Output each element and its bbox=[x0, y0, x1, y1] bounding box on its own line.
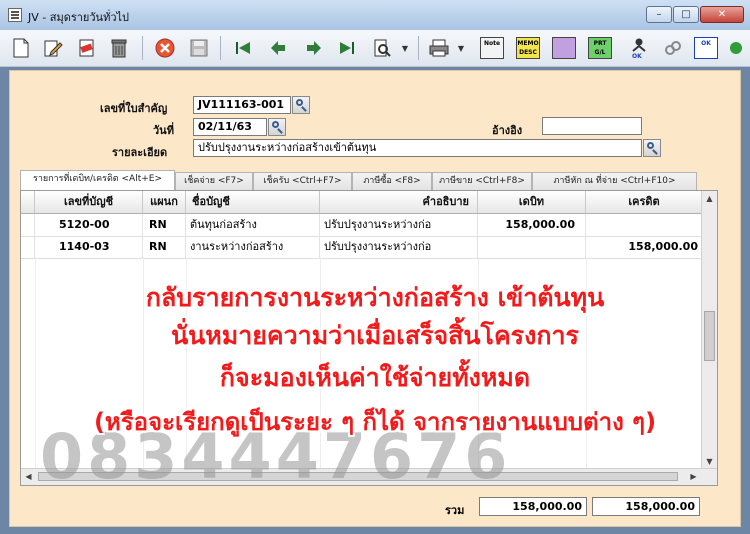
cell-account-no[interactable]: 5120-00 bbox=[35, 214, 143, 236]
tab-sales-tax[interactable]: ภาษีขาย <Ctrl+F8> bbox=[432, 172, 532, 190]
scroll-right-icon[interactable]: ▶ bbox=[686, 469, 701, 484]
next-record-icon[interactable] bbox=[300, 35, 326, 61]
memo-desc-icon[interactable]: MEMO DESC bbox=[516, 37, 540, 59]
cell-department[interactable]: RN bbox=[143, 236, 186, 258]
tab-cheque-receive[interactable]: เช็ครับ <Ctrl+F7> bbox=[253, 172, 352, 190]
date-label: วันที่ bbox=[153, 124, 174, 137]
totals-label: รวม bbox=[445, 504, 465, 517]
window-title: JV - สมุดรายวันทั่วไป bbox=[28, 11, 130, 24]
tab-purchase-tax[interactable]: ภาษีซื้อ <F8> bbox=[352, 172, 432, 190]
first-record-icon[interactable] bbox=[230, 35, 256, 61]
new-document-icon[interactable] bbox=[8, 35, 34, 61]
doc-no-label: เลขที่ใบสำคัญ bbox=[100, 102, 168, 115]
col-department[interactable]: แผนก bbox=[143, 191, 186, 213]
find-dropdown-icon[interactable]: ▼ bbox=[398, 35, 412, 61]
close-button[interactable]: ✕ bbox=[700, 6, 744, 23]
cell-description[interactable]: ปรับปรุงงานระหว่างก่อ bbox=[320, 214, 478, 236]
scroll-up-icon[interactable]: ▲ bbox=[702, 191, 717, 206]
row-indicator-header bbox=[21, 191, 35, 213]
app-icon bbox=[8, 8, 22, 22]
tab-cheque-pay[interactable]: เช็คจ่าย <F7> bbox=[175, 172, 253, 190]
detail-label: รายละเอียด bbox=[112, 146, 168, 159]
total-debit-field: 158,000.00 bbox=[479, 497, 587, 516]
print-gl-icon[interactable]: PRT G/L bbox=[588, 37, 612, 59]
maximize-button[interactable]: □ bbox=[673, 6, 699, 23]
svg-text:OK: OK bbox=[632, 53, 642, 59]
col-description[interactable]: คำอธิบาย bbox=[320, 191, 478, 213]
date-picker-icon[interactable] bbox=[268, 118, 286, 136]
approve-user-icon[interactable]: OK bbox=[626, 35, 652, 61]
scroll-down-icon[interactable]: ▼ bbox=[702, 454, 717, 469]
cell-credit[interactable] bbox=[586, 214, 703, 236]
grid-header: เลขที่บัญชี แผนก ชื่อบัญชี คำอธิบาย เดบิ… bbox=[21, 191, 703, 214]
cell-credit[interactable]: 158,000.00 bbox=[586, 236, 703, 258]
cell-debit[interactable] bbox=[478, 236, 586, 258]
jv-window: JV - สมุดรายวันทั่วไป – □ ✕ ▼ ▼ Note MEM… bbox=[0, 0, 750, 534]
trash-icon[interactable] bbox=[106, 35, 132, 61]
detail-search-icon[interactable] bbox=[643, 139, 661, 157]
scroll-left-icon[interactable]: ◀ bbox=[21, 469, 36, 484]
overlay-caption-line-3: ก็จะมองเห็นค่าใช้จ่ายทั้งหมด bbox=[219, 363, 531, 392]
note-icon[interactable]: Note bbox=[480, 37, 504, 59]
cell-account-no[interactable]: 1140-03 bbox=[35, 236, 143, 258]
print-dropdown-icon[interactable]: ▼ bbox=[454, 35, 468, 61]
overlay-caption-line-1: กลับรายการงานระหว่างก่อสร้าง เข้าต้นทุน bbox=[145, 283, 605, 312]
detail-field[interactable]: ปรับปรุงงานระหว่างก่อสร้างเข้าต้นทุน bbox=[193, 139, 642, 157]
minimize-button[interactable]: – bbox=[646, 6, 672, 23]
ref-label: อ้างอิง bbox=[492, 124, 523, 137]
cell-department[interactable]: RN bbox=[143, 214, 186, 236]
title-bar: JV - สมุดรายวันทั่วไป – □ ✕ bbox=[0, 0, 750, 31]
ok-document-icon[interactable]: OK bbox=[694, 37, 718, 59]
doc-no-field[interactable]: JV111163-001 bbox=[193, 96, 291, 114]
link-icon[interactable] bbox=[660, 35, 686, 61]
tab-debit-credit[interactable]: รายการที่เดบิท/เครดิต <Alt+E> bbox=[20, 170, 175, 190]
cell-debit[interactable]: 158,000.00 bbox=[478, 214, 586, 236]
overlay-caption-line-4: (หรือจะเรียกดูเป็นระยะ ๆ ก็ได้ จากรายงาน… bbox=[93, 408, 657, 436]
table-row[interactable]: 1140-03 RN งานระหว่างก่อสร้าง ปรับปรุงงา… bbox=[21, 236, 703, 259]
cell-account-name[interactable]: งานระหว่างก่อสร้าง bbox=[186, 236, 320, 258]
cell-description[interactable]: ปรับปรุงงานระหว่างก่อ bbox=[320, 236, 478, 258]
last-record-icon[interactable] bbox=[334, 35, 360, 61]
ref-field[interactable] bbox=[542, 117, 642, 135]
exit-icon[interactable] bbox=[728, 35, 744, 61]
col-account-name[interactable]: ชื่อบัญชี bbox=[186, 191, 320, 213]
print-icon[interactable] bbox=[426, 35, 452, 61]
overlay-caption-line-2: นั่นหมายความว่าเมื่อเสร็จสิ้นโครงการ bbox=[171, 321, 579, 350]
total-credit-field: 158,000.00 bbox=[592, 497, 700, 516]
cell-account-name[interactable]: ต้นทุนก่อสร้าง bbox=[186, 214, 320, 236]
col-credit[interactable]: เครดิต bbox=[586, 191, 703, 213]
col-account-no[interactable]: เลขที่บัญชี bbox=[35, 191, 143, 213]
table-row[interactable]: 5120-00 RN ต้นทุนก่อสร้าง ปรับปรุงงานระห… bbox=[21, 214, 703, 237]
save-icon[interactable] bbox=[186, 35, 212, 61]
memo-icon[interactable] bbox=[552, 37, 576, 59]
edit-document-icon[interactable] bbox=[40, 35, 66, 61]
toolbar: ▼ ▼ Note MEMO DESC PRT G/L OK OK bbox=[0, 30, 750, 67]
void-document-icon[interactable] bbox=[74, 35, 100, 61]
tab-withholding-tax[interactable]: ภาษีหัก ณ ที่จ่าย <Ctrl+F10> bbox=[532, 172, 697, 190]
date-field[interactable]: 02/11/63 bbox=[193, 118, 267, 136]
doc-no-search-icon[interactable] bbox=[292, 96, 310, 114]
previous-record-icon[interactable] bbox=[266, 35, 292, 61]
col-debit[interactable]: เดบิท bbox=[478, 191, 586, 213]
find-document-icon[interactable] bbox=[370, 35, 396, 61]
cancel-icon[interactable] bbox=[152, 35, 178, 61]
